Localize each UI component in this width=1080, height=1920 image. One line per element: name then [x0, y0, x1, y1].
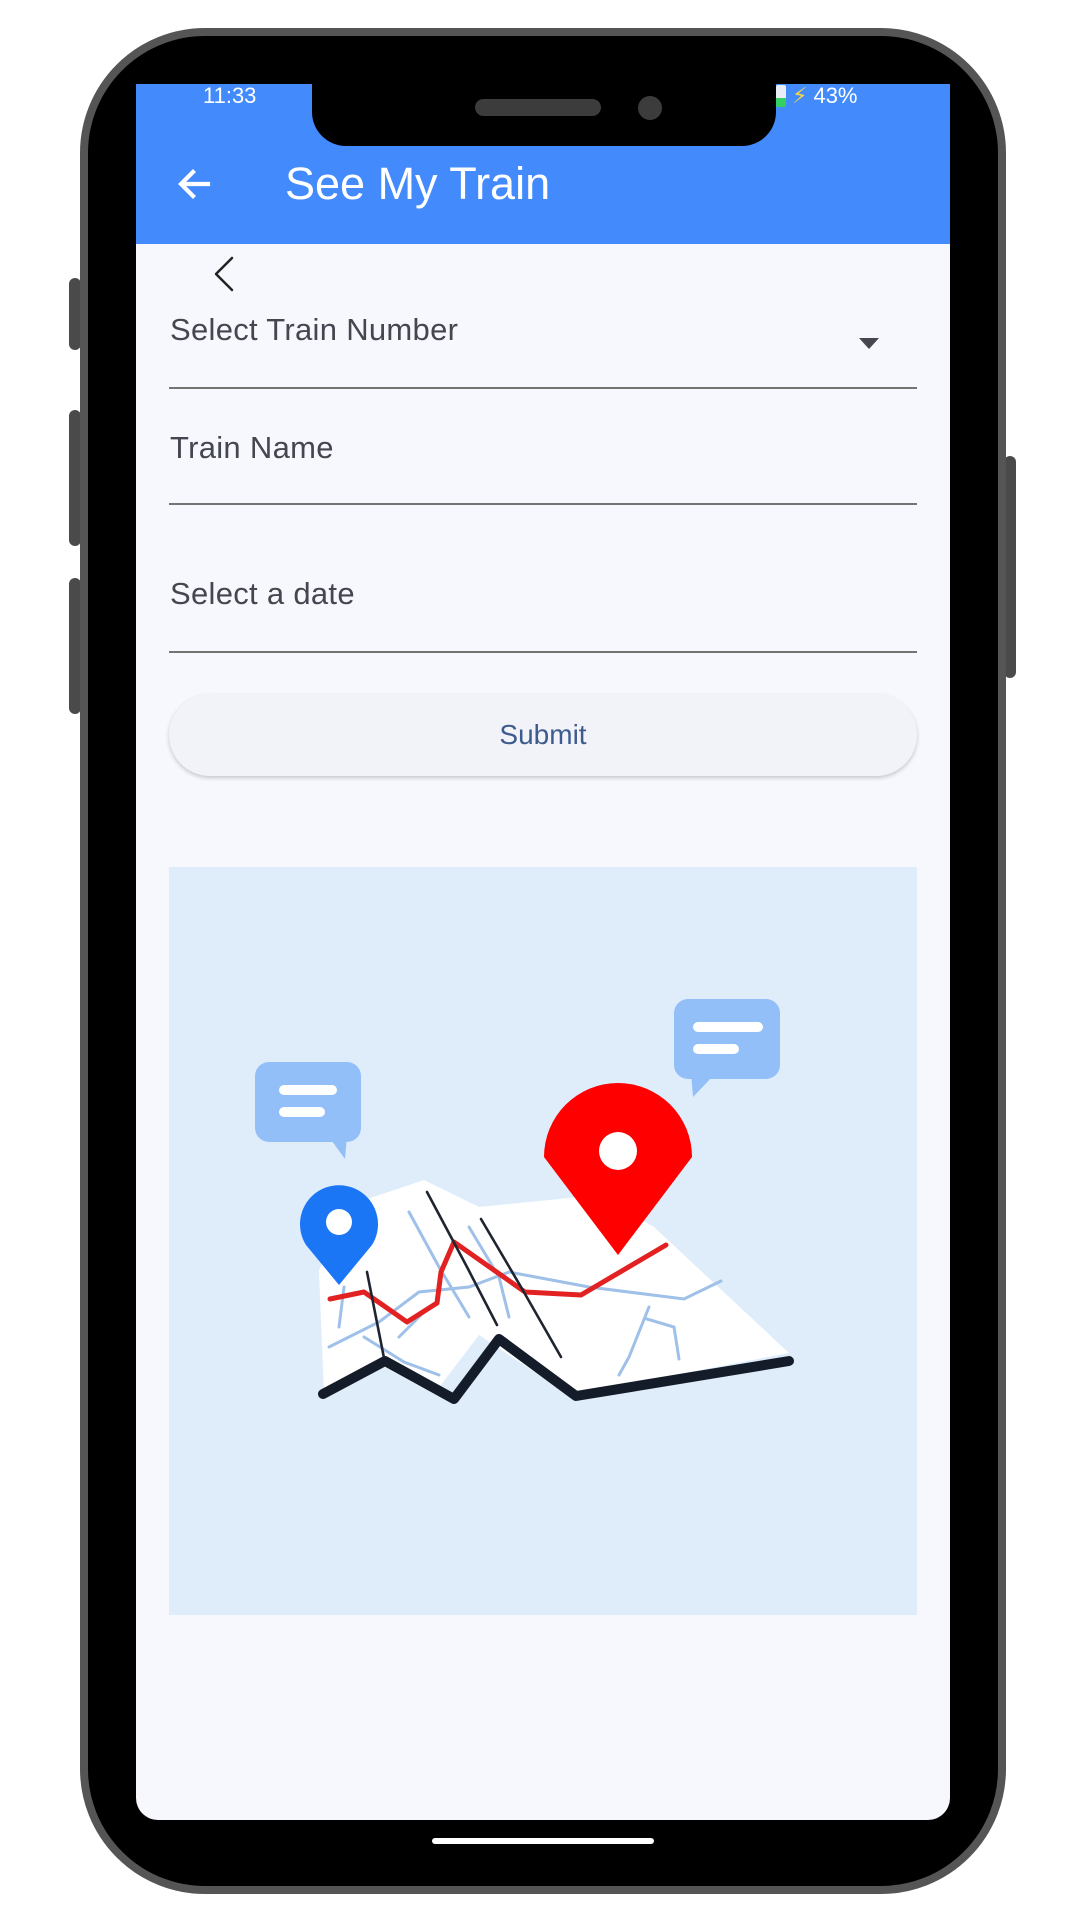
- map-illustration-svg: [255, 999, 794, 1404]
- battery-percentage: 43%: [813, 83, 858, 108]
- speaker-grill: [475, 99, 601, 116]
- train-number-label: Select Train Number: [170, 312, 459, 347]
- train-number-dropdown[interactable]: Select Train Number: [169, 296, 917, 389]
- train-name-label: Train Name: [170, 430, 334, 465]
- charging-bolt-icon: ⚡: [792, 83, 808, 108]
- page-title: See My Train: [285, 158, 551, 209]
- date-field[interactable]: Select a date: [169, 540, 917, 653]
- arrow-left-icon: [178, 169, 211, 199]
- caret-down-icon: [859, 338, 879, 349]
- date-label: Select a date: [170, 576, 355, 611]
- front-camera: [638, 96, 662, 120]
- battery-icon: [776, 85, 786, 107]
- map-illustration: [169, 867, 917, 1615]
- train-name-field[interactable]: Train Name: [169, 410, 917, 505]
- home-indicator[interactable]: [432, 1838, 654, 1844]
- submit-button[interactable]: Submit: [169, 694, 917, 776]
- chevron-left-button[interactable]: [208, 252, 248, 296]
- status-icons: ⚡ 43%: [776, 84, 858, 108]
- status-time: 11:33: [203, 83, 257, 108]
- chevron-left-icon: [214, 256, 234, 292]
- back-button[interactable]: [170, 160, 218, 208]
